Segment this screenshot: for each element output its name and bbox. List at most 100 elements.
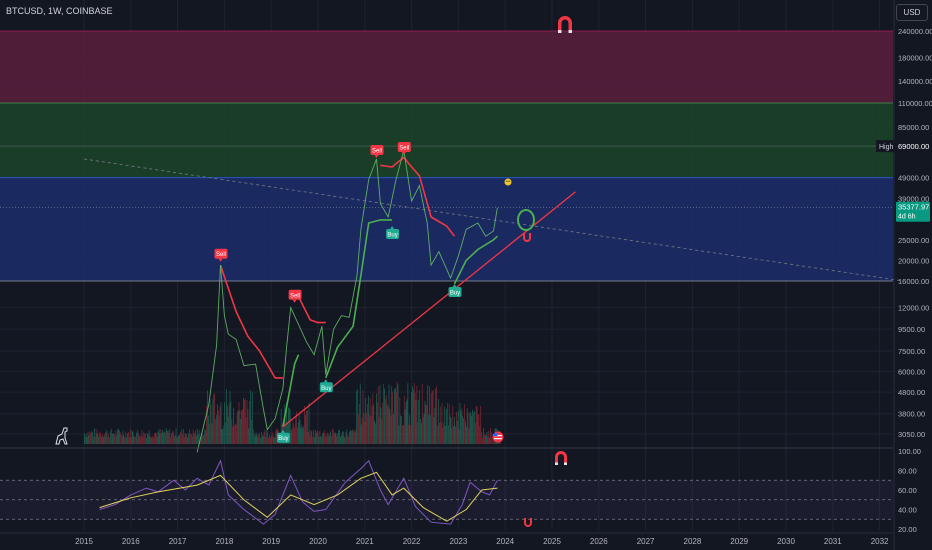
- volume-bar: [106, 430, 108, 444]
- volume-bar: [161, 433, 163, 444]
- volume-bar: [220, 402, 222, 444]
- volume-bar: [402, 425, 403, 444]
- volume-bar: [354, 429, 356, 444]
- volume-bar: [275, 430, 277, 444]
- volume-bar: [92, 432, 93, 444]
- volume-bar: [215, 419, 216, 444]
- volume-bar: [423, 413, 425, 444]
- volume-bar: [426, 405, 428, 444]
- volume-bar: [332, 428, 333, 444]
- volume-bar: [147, 434, 149, 444]
- volume-bar: [303, 426, 305, 444]
- volume-bar: [219, 406, 221, 444]
- volume-bar: [242, 409, 243, 444]
- volume-bar: [195, 430, 197, 444]
- volume-bar: [412, 389, 414, 444]
- volume-bar: [365, 398, 367, 444]
- volume-bar: [156, 436, 158, 444]
- x-tick-label: 2022: [403, 537, 421, 546]
- volume-bar: [446, 409, 447, 444]
- volume-bar: [105, 431, 107, 444]
- y-tick-label: 9500.00: [898, 325, 925, 334]
- volume-bar: [224, 402, 225, 444]
- volume-bar: [240, 418, 242, 444]
- volume-bar: [398, 425, 400, 444]
- volume-bar: [178, 435, 180, 444]
- volume-bar: [145, 433, 146, 444]
- volume-bar: [456, 412, 457, 444]
- volume-bar: [382, 402, 384, 444]
- volume-bar: [298, 413, 300, 444]
- volume-bar: [235, 424, 237, 444]
- volume-bar: [479, 426, 481, 444]
- x-tick-label: 2023: [450, 537, 468, 546]
- volume-bar: [164, 433, 166, 444]
- x-tick-label: 2024: [496, 537, 514, 546]
- volume-bar: [296, 427, 298, 444]
- volume-bar: [444, 406, 446, 444]
- volume-bar: [321, 436, 323, 444]
- volume-bar: [429, 386, 430, 444]
- volume-bar: [94, 436, 96, 444]
- volume-bar: [358, 414, 359, 444]
- volume-bar: [249, 400, 251, 444]
- volume-bar: [457, 410, 459, 444]
- volume-bar: [271, 431, 273, 444]
- volume-bar: [358, 404, 360, 444]
- volume-bar: [384, 388, 385, 444]
- volume-bar: [237, 410, 239, 444]
- volume-bar: [98, 436, 100, 444]
- y-tick-label: 3800.00: [898, 410, 925, 419]
- volume-bar: [370, 416, 372, 444]
- volume-bar: [391, 386, 393, 444]
- volume-bar: [355, 430, 357, 444]
- signal-label: Sell: [372, 148, 382, 154]
- volume-bar: [361, 418, 363, 444]
- volume-bar: [340, 435, 342, 444]
- volume-bar: [340, 437, 341, 444]
- volume-bar: [188, 433, 190, 444]
- volume-bar: [85, 433, 87, 444]
- volume-bar: [324, 435, 326, 444]
- currency-button[interactable]: USD: [896, 4, 928, 21]
- volume-bar: [87, 432, 89, 444]
- volume-bar: [405, 401, 407, 444]
- volume-bar: [255, 432, 257, 444]
- x-tick-label: 2016: [122, 537, 140, 546]
- volume-bar: [261, 435, 263, 444]
- volume-bar: [466, 408, 468, 444]
- volume-bar: [431, 391, 433, 444]
- high-label: High: [879, 144, 894, 151]
- volume-bar: [410, 425, 411, 444]
- volume-bar: [146, 433, 148, 444]
- volume-bar: [261, 431, 262, 444]
- volume-bar: [212, 398, 214, 444]
- volume-bar: [141, 430, 143, 444]
- volume-bar: [461, 408, 463, 444]
- volume-bar: [491, 437, 493, 444]
- volume-bar: [416, 385, 418, 444]
- volume-bar: [128, 436, 130, 444]
- x-tick-label: 2020: [309, 537, 327, 546]
- volume-bar: [388, 384, 390, 444]
- volume-bar: [134, 436, 136, 444]
- volume-bar: [369, 398, 371, 444]
- volume-bar: [95, 428, 97, 444]
- volume-bar: [374, 420, 376, 444]
- volume-bar: [297, 422, 299, 444]
- volume-bar: [350, 431, 352, 444]
- volume-bar: [475, 405, 477, 444]
- volume-bar: [127, 433, 128, 444]
- volume-bar: [438, 422, 440, 444]
- volume-bar: [307, 431, 309, 444]
- us-flag-icon: [492, 431, 504, 443]
- volume-bar: [383, 383, 385, 444]
- volume-bar: [319, 431, 321, 444]
- volume-bar: [260, 437, 261, 444]
- volume-bar: [328, 435, 330, 444]
- volume-bar: [231, 419, 233, 444]
- volume-bar: [308, 402, 310, 444]
- volume-bar: [126, 437, 128, 444]
- y-tick-label: 20000.00: [898, 256, 929, 265]
- y-tick-label: 12000.00: [898, 304, 929, 313]
